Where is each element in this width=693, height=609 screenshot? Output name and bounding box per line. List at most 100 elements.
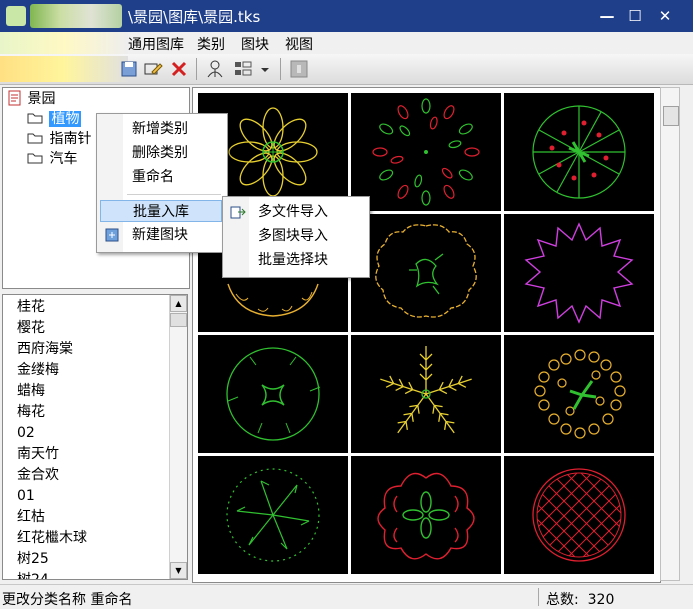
total-value: 320 <box>587 592 615 608</box>
menu-item-add-category[interactable]: 新增类别 <box>100 118 222 140</box>
new-block-icon <box>105 228 119 242</box>
block-thumbnail[interactable] <box>504 93 654 211</box>
block-thumbnail[interactable] <box>504 214 654 332</box>
user-icon[interactable] <box>204 58 226 80</box>
list-item[interactable]: 02 <box>3 423 187 444</box>
tree-item-compass[interactable]: 指南针 <box>27 130 91 148</box>
list-item[interactable]: 01 <box>3 486 187 507</box>
title-bar: \景园\图库\景园.tks — ☐ ✕ <box>0 0 693 32</box>
list-item[interactable]: 金合欢 <box>3 465 187 486</box>
minimize-button[interactable]: — <box>594 4 620 28</box>
spiky-shrub-block-icon <box>524 222 634 324</box>
menu-general-library[interactable]: 通用图库 <box>128 34 184 54</box>
tree-plan-block-icon <box>532 105 626 199</box>
list-scrollbar[interactable]: ▲ ▼ <box>169 295 187 579</box>
menu-item-label: 批量选择块 <box>258 252 328 268</box>
total-count: 总数: 320 <box>546 589 614 609</box>
tree-item-label: 植物 <box>49 111 82 127</box>
palm-block-icon <box>226 468 320 562</box>
grid-circle-block-icon <box>532 468 626 562</box>
status-bar: 更改分类名称 重命名 总数: 320 <box>0 584 693 609</box>
bush-block-icon <box>375 224 477 318</box>
block-thumbnail[interactable] <box>351 214 501 332</box>
menu-item-batch-select-block[interactable]: 批量选择块 <box>226 249 364 271</box>
tree-item-label: 汽车 <box>49 151 78 167</box>
chevron-down-icon[interactable] <box>258 58 272 80</box>
menu-item-label: 删除类别 <box>132 145 188 161</box>
import-icon <box>230 206 246 219</box>
list-item[interactable]: 樱花 <box>3 318 187 339</box>
status-message: 更改分类名称 重命名 <box>2 592 133 608</box>
leaf-ring-block-icon <box>372 98 480 206</box>
list-item[interactable]: 蜡梅 <box>3 381 187 402</box>
edit-block-icon[interactable] <box>142 58 164 80</box>
scroll-up-button[interactable]: ▲ <box>170 295 187 312</box>
menu-item-multi-block-import[interactable]: 多图块导入 <box>226 225 364 247</box>
folder-icon <box>27 153 43 164</box>
list-item[interactable]: 梅花 <box>3 402 187 423</box>
menu-item-multi-file-import[interactable]: 多文件导入 <box>226 201 364 223</box>
block-thumbnail[interactable] <box>351 93 501 211</box>
menu-item-batch-import[interactable]: 批量入库 <box>100 200 222 222</box>
gallery-scrollbar[interactable] <box>660 87 680 581</box>
status-separator <box>538 588 539 606</box>
submenu: 多文件导入 多图块导入 批量选择块 <box>222 196 370 278</box>
scroll-thumb[interactable] <box>170 313 187 327</box>
folder-open-icon <box>27 113 43 124</box>
petal-flower-block-icon <box>377 472 475 560</box>
library-icon <box>8 90 21 106</box>
list-item[interactable]: 桂花 <box>3 297 187 318</box>
toolbar-separator <box>196 58 197 80</box>
blurred-menu-area <box>0 32 128 54</box>
fern-block-icon <box>380 346 472 434</box>
save-icon[interactable] <box>118 58 140 80</box>
menu-item-new-block[interactable]: 新建图块 <box>100 224 222 246</box>
window-title: \景园\图库\景园.tks <box>128 8 261 26</box>
block-thumbnail[interactable] <box>504 335 654 453</box>
menu-item-delete-category[interactable]: 删除类别 <box>100 142 222 164</box>
list-item[interactable]: 树25 <box>3 549 187 570</box>
toolbar-separator <box>280 58 281 80</box>
block-thumbnail[interactable] <box>351 456 501 574</box>
maximize-button[interactable]: ☐ <box>622 4 648 28</box>
block-thumbnail[interactable] <box>198 335 348 453</box>
scroll-thumb[interactable] <box>663 106 679 126</box>
list-item[interactable]: 红枯 <box>3 507 187 528</box>
list-item[interactable]: 红花檵木球 <box>3 528 187 549</box>
block-thumbnail[interactable] <box>504 456 654 574</box>
total-label: 总数: <box>546 592 579 608</box>
tree-root-label: 景园 <box>27 91 56 107</box>
block-thumbnail[interactable] <box>198 456 348 574</box>
menu-item-label: 新建图块 <box>132 227 188 243</box>
tree-item-plants[interactable]: 植物 <box>27 110 82 128</box>
folder-icon <box>27 133 43 144</box>
list-item[interactable]: 树24 <box>3 570 187 579</box>
menu-view[interactable]: 视图 <box>285 34 313 54</box>
scroll-down-button[interactable]: ▼ <box>170 562 187 579</box>
menu-item-label: 批量入库 <box>133 204 189 220</box>
tree-item-car[interactable]: 汽车 <box>27 150 77 168</box>
menu-category[interactable]: 类别 <box>197 34 225 54</box>
toolbar <box>0 54 693 85</box>
delete-icon[interactable] <box>168 58 190 80</box>
tree-root[interactable]: 景园 <box>7 90 55 108</box>
list-item[interactable]: 金缕梅 <box>3 360 187 381</box>
menu-item-label: 多图块导入 <box>258 228 328 244</box>
block-list[interactable]: 桂花 樱花 西府海棠 金缕梅 蜡梅 梅花 02 南天竹 金合欢 01 红枯 红花… <box>2 294 188 580</box>
menu-item-rename[interactable]: 重命名 <box>100 166 222 188</box>
view-mode-icon[interactable] <box>232 58 254 80</box>
menu-item-label: 多文件导入 <box>258 204 328 220</box>
preview-icon[interactable] <box>288 58 310 80</box>
app-icon <box>6 6 26 26</box>
close-button[interactable]: ✕ <box>652 4 678 28</box>
menu-item-label: 新增类别 <box>132 121 188 137</box>
block-thumbnail[interactable] <box>351 335 501 453</box>
menu-block[interactable]: 图块 <box>241 34 269 54</box>
blurred-toolbar-area <box>0 56 128 82</box>
blurred-app-name <box>30 4 122 28</box>
list-item[interactable]: 南天竹 <box>3 444 187 465</box>
round-tree-block-icon <box>226 347 321 441</box>
list-item[interactable]: 西府海棠 <box>3 339 187 360</box>
menu-bar: 通用图库 类别 图块 视图 <box>0 32 693 54</box>
menu-separator <box>127 194 221 195</box>
